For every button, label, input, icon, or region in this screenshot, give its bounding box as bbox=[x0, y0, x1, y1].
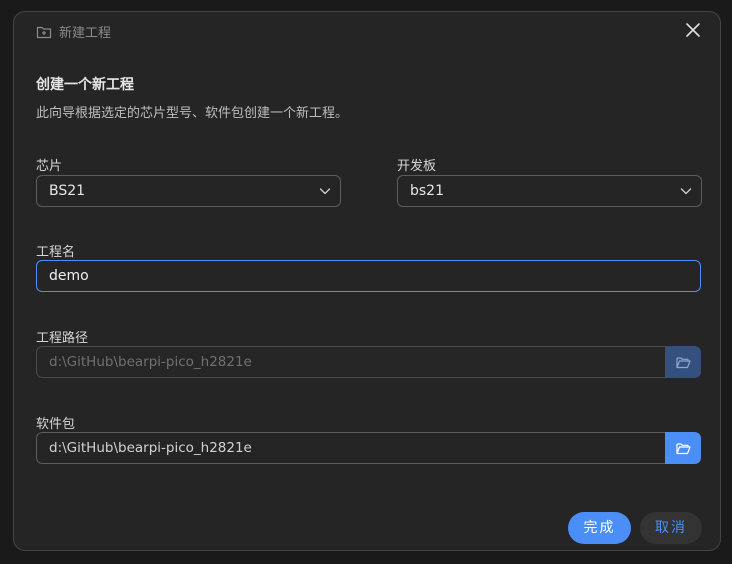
project-name-label: 工程名 bbox=[36, 245, 76, 260]
folder-open-icon bbox=[675, 356, 691, 368]
package-field[interactable]: d:\GitHub\bearpi-pico_h2821e bbox=[36, 432, 701, 464]
close-button[interactable] bbox=[684, 21, 702, 39]
project-path-value: d:\GitHub\bearpi-pico_h2821e bbox=[36, 346, 665, 378]
chip-select-value: BS21 bbox=[49, 183, 86, 199]
project-path-field: d:\GitHub\bearpi-pico_h2821e bbox=[36, 346, 701, 378]
board-select[interactable]: bs21 bbox=[397, 175, 702, 207]
folder-plus-icon bbox=[36, 24, 52, 40]
chevron-down-icon bbox=[319, 188, 331, 195]
cancel-button[interactable]: 取消 bbox=[640, 512, 702, 544]
finish-button[interactable]: 完成 bbox=[568, 512, 631, 544]
dialog-heading: 创建一个新工程 bbox=[36, 77, 134, 93]
project-path-label: 工程路径 bbox=[36, 331, 89, 346]
folder-open-icon bbox=[675, 442, 691, 454]
project-name-input[interactable] bbox=[36, 260, 701, 292]
dialog-title-bar: 新建工程 bbox=[36, 22, 111, 41]
close-icon bbox=[686, 23, 700, 37]
board-label: 开发板 bbox=[397, 159, 437, 174]
chip-label: 芯片 bbox=[36, 159, 63, 174]
board-select-value: bs21 bbox=[410, 183, 444, 199]
package-label: 软件包 bbox=[36, 417, 76, 432]
chevron-down-icon bbox=[680, 188, 692, 195]
dialog-title: 新建工程 bbox=[59, 26, 112, 41]
package-value[interactable]: d:\GitHub\bearpi-pico_h2821e bbox=[36, 432, 665, 464]
dialog-description: 此向导根据选定的芯片型号、软件包创建一个新工程。 bbox=[36, 106, 349, 121]
new-project-dialog: 新建工程 创建一个新工程 此向导根据选定的芯片型号、软件包创建一个新工程。 芯片… bbox=[13, 11, 721, 551]
project-path-browse-button bbox=[665, 346, 701, 378]
package-browse-button[interactable] bbox=[665, 432, 701, 464]
chip-select[interactable]: BS21 bbox=[36, 175, 341, 207]
